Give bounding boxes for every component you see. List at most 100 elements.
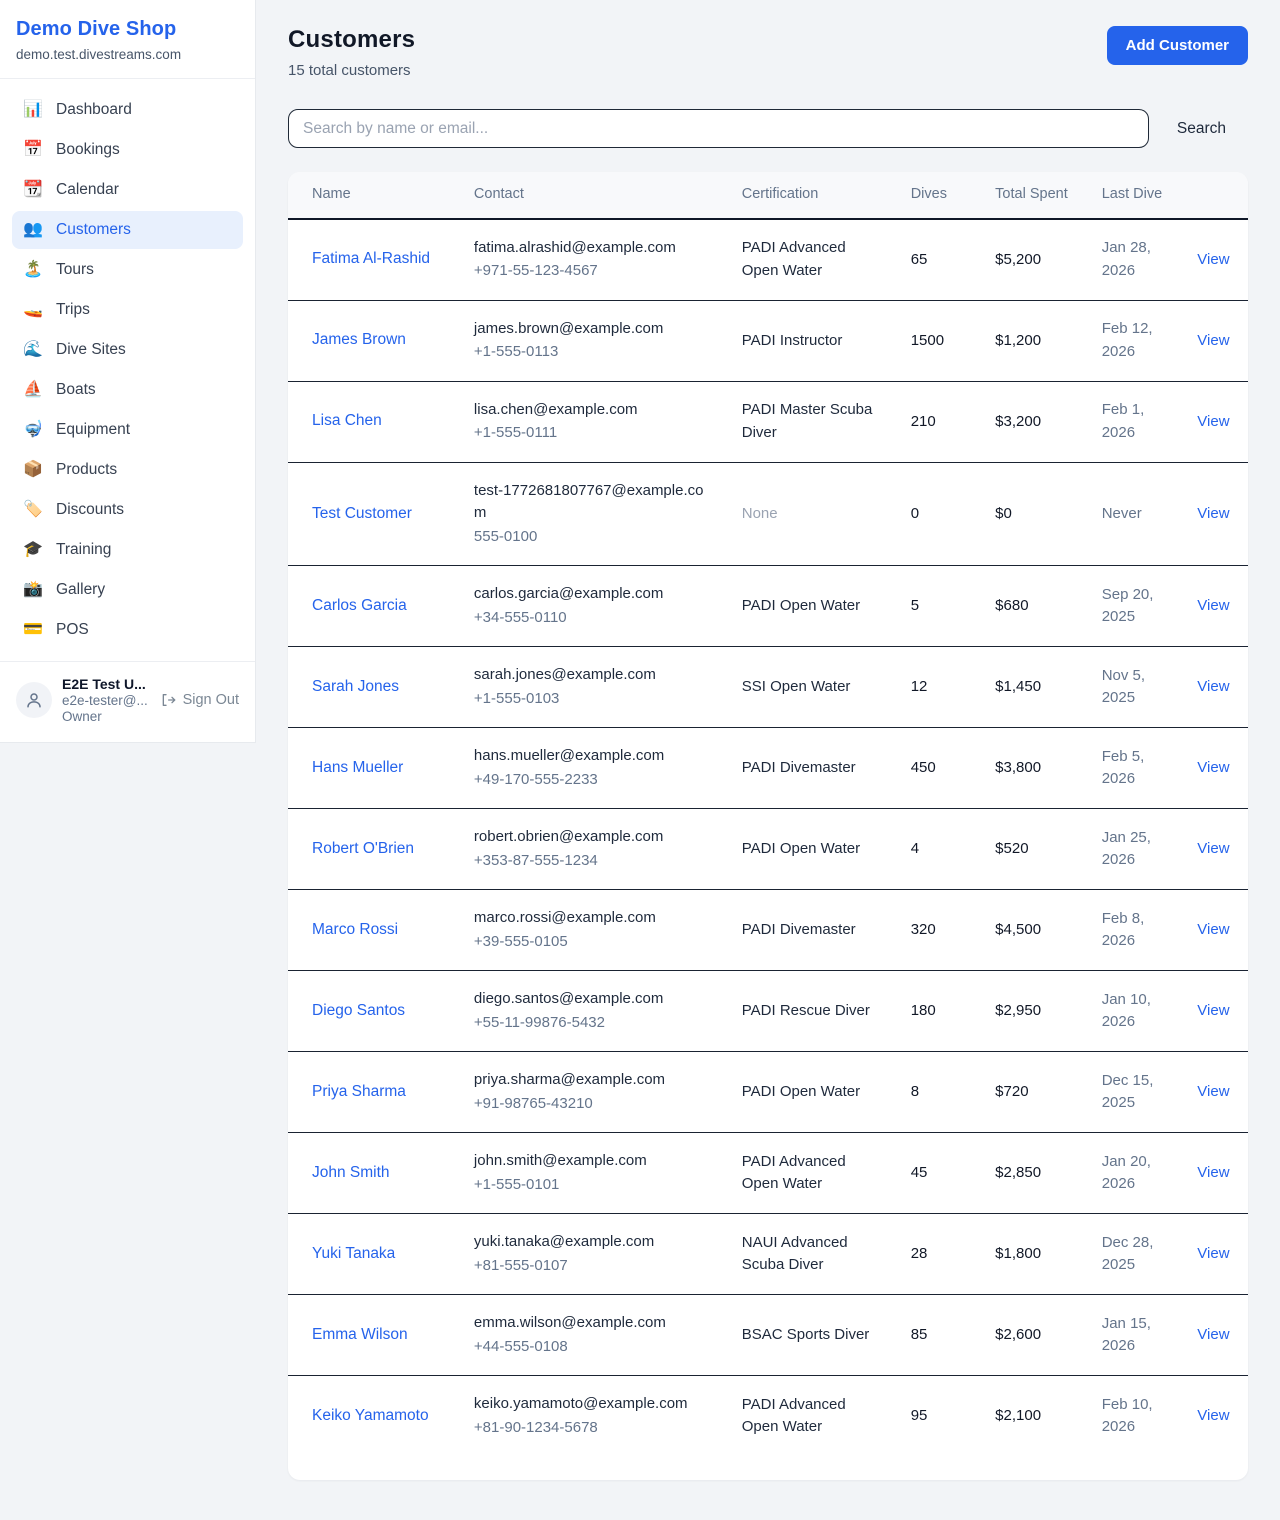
table-row: Marco Rossi marco.rossi@example.com+39-55… xyxy=(288,890,1248,971)
customer-last-dive: Feb 12, 2026 xyxy=(1102,320,1153,360)
customer-name-link[interactable]: John Smith xyxy=(312,1164,390,1181)
app-root: Demo Dive Shop demo.test.divestreams.com… xyxy=(0,0,1280,1520)
customer-email: marco.rossi@example.com xyxy=(474,907,710,930)
sidebar-item-gallery[interactable]: 📸Gallery xyxy=(12,571,243,609)
sidebar-item-products[interactable]: 📦Products xyxy=(12,451,243,489)
view-link[interactable]: View xyxy=(1197,332,1229,349)
view-link[interactable]: View xyxy=(1197,921,1229,938)
customer-phone: +353-87-555-1234 xyxy=(474,850,710,873)
view-link[interactable]: View xyxy=(1197,1083,1229,1100)
customer-phone: +81-90-1234-5678 xyxy=(474,1417,710,1440)
customer-name-link[interactable]: Hans Mueller xyxy=(312,759,403,776)
sidebar-item-label: Discounts xyxy=(56,501,124,519)
camera-icon: 📸 xyxy=(22,582,44,598)
view-link[interactable]: View xyxy=(1197,678,1229,695)
customer-name-link[interactable]: Fatima Al-Rashid xyxy=(312,250,430,267)
customer-certification: PADI Divemaster xyxy=(742,921,856,938)
customer-email: emma.wilson@example.com xyxy=(474,1312,710,1335)
user-email: e2e-tester@... xyxy=(62,693,150,708)
customer-name-link[interactable]: Emma Wilson xyxy=(312,1326,408,1343)
customer-name-link[interactable]: Marco Rossi xyxy=(312,921,398,938)
sidebar-item-pos[interactable]: 💳 POS xyxy=(12,611,243,649)
calendar-icon: 📅 xyxy=(22,142,44,158)
customer-name-link[interactable]: James Brown xyxy=(312,331,406,348)
customer-certification: BSAC Sports Diver xyxy=(742,1326,870,1343)
view-link[interactable]: View xyxy=(1197,251,1229,268)
customer-total-spent: $3,800 xyxy=(995,759,1041,776)
sidebar-item-bookings[interactable]: 📅Bookings xyxy=(12,131,243,169)
sidebar-item-label: Boats xyxy=(56,381,96,399)
customer-certification: NAUI Advanced Scuba Diver xyxy=(742,1234,848,1274)
sign-out-button[interactable]: Sign Out xyxy=(160,692,239,708)
view-link[interactable]: View xyxy=(1197,840,1229,857)
view-link[interactable]: View xyxy=(1197,1326,1229,1343)
table-row: Sarah Jonessarah.jones@example.com+1-555… xyxy=(288,647,1248,728)
customer-total-spent: $720 xyxy=(995,1083,1028,1100)
sidebar-item-label: Trips xyxy=(56,301,90,319)
customer-email: keiko.yamamoto@example.com xyxy=(474,1393,710,1416)
customer-name-link[interactable]: Diego Santos xyxy=(312,1002,405,1019)
customer-total-spent: $1,200 xyxy=(995,332,1041,349)
view-link[interactable]: View xyxy=(1197,597,1229,614)
customer-last-dive: Feb 1, 2026 xyxy=(1102,401,1145,441)
sidebar-item-label: Training xyxy=(56,541,111,559)
sidebar-item-trips[interactable]: 🚤Trips xyxy=(12,291,243,329)
sidebar-item-equipment[interactable]: 🤿Equipment xyxy=(12,411,243,449)
customer-last-dive: Dec 15, 2025 xyxy=(1102,1072,1154,1112)
table-row: Diego Santosdiego.santos@example.com+55-… xyxy=(288,971,1248,1052)
customer-dives: 450 xyxy=(911,759,936,776)
customer-name-link[interactable]: Test Customer xyxy=(312,505,412,522)
customer-dives: 28 xyxy=(911,1245,928,1262)
customer-name-link[interactable]: Keiko Yamamoto xyxy=(312,1407,429,1424)
customer-last-dive: Sep 20, 2025 xyxy=(1102,586,1154,626)
customer-dives: 4 xyxy=(911,840,919,857)
search-button[interactable]: Search xyxy=(1177,120,1226,138)
sidebar-item-discounts[interactable]: 🏷️Discounts xyxy=(12,491,243,529)
customer-phone: +39-555-0105 xyxy=(474,931,710,954)
sailboat-icon: ⛵ xyxy=(22,382,44,398)
sidebar-item-training[interactable]: 🎓Training xyxy=(12,531,243,569)
customer-dives: 210 xyxy=(911,413,936,430)
customer-name-link[interactable]: Priya Sharma xyxy=(312,1083,406,1100)
view-link[interactable]: View xyxy=(1197,1245,1229,1262)
sidebar-item-customers[interactable]: 👥Customers xyxy=(12,211,243,249)
customer-dives: 95 xyxy=(911,1407,928,1424)
sidebar-item-boats[interactable]: ⛵ Boats xyxy=(12,371,243,409)
view-link[interactable]: View xyxy=(1197,413,1229,430)
customer-name-link[interactable]: Sarah Jones xyxy=(312,678,399,695)
sidebar-item-calendar[interactable]: 📆Calendar xyxy=(12,171,243,209)
customer-email: yuki.tanaka@example.com xyxy=(474,1231,710,1254)
customer-name-link[interactable]: Robert O'Brien xyxy=(312,840,414,857)
add-customer-button[interactable]: Add Customer xyxy=(1107,26,1248,65)
sidebar-item-label: POS xyxy=(56,621,89,639)
customer-phone: +971-55-123-4567 xyxy=(474,260,710,283)
view-link[interactable]: View xyxy=(1197,1164,1229,1181)
customer-name-link[interactable]: Carlos Garcia xyxy=(312,597,407,614)
search-input[interactable] xyxy=(288,109,1149,148)
view-link[interactable]: View xyxy=(1197,1002,1229,1019)
view-link[interactable]: View xyxy=(1197,759,1229,776)
view-link[interactable]: View xyxy=(1197,1407,1229,1424)
search-row: Search xyxy=(288,109,1248,148)
view-link[interactable]: View xyxy=(1197,505,1229,522)
sign-out-label: Sign Out xyxy=(183,692,239,708)
sidebar-item-label: Products xyxy=(56,461,117,479)
customer-name-link[interactable]: Yuki Tanaka xyxy=(312,1245,395,1262)
sidebar-item-dive-sites[interactable]: 🌊Dive Sites xyxy=(12,331,243,369)
shop-name[interactable]: Demo Dive Shop xyxy=(16,18,239,41)
column-header-contact: Contact xyxy=(458,172,726,219)
credit-card-icon: 💳 xyxy=(22,622,44,638)
sidebar: Demo Dive Shop demo.test.divestreams.com… xyxy=(0,0,256,743)
customer-certification: PADI Open Water xyxy=(742,1083,860,1100)
customer-certification: PADI Open Water xyxy=(742,597,860,614)
customer-email: hans.mueller@example.com xyxy=(474,745,710,768)
customer-total-spent: $680 xyxy=(995,597,1028,614)
customer-last-dive: Feb 10, 2026 xyxy=(1102,1396,1153,1436)
customer-name-link[interactable]: Lisa Chen xyxy=(312,412,382,429)
sidebar-item-tours[interactable]: 🏝️Tours xyxy=(12,251,243,289)
people-icon: 👥 xyxy=(22,222,44,238)
page-header-text: Customers 15 total customers xyxy=(288,26,415,79)
customer-certification: PADI Instructor xyxy=(742,332,843,349)
sidebar-item-dashboard[interactable]: 📊Dashboard xyxy=(12,91,243,129)
customer-phone: +49-170-555-2233 xyxy=(474,769,710,792)
